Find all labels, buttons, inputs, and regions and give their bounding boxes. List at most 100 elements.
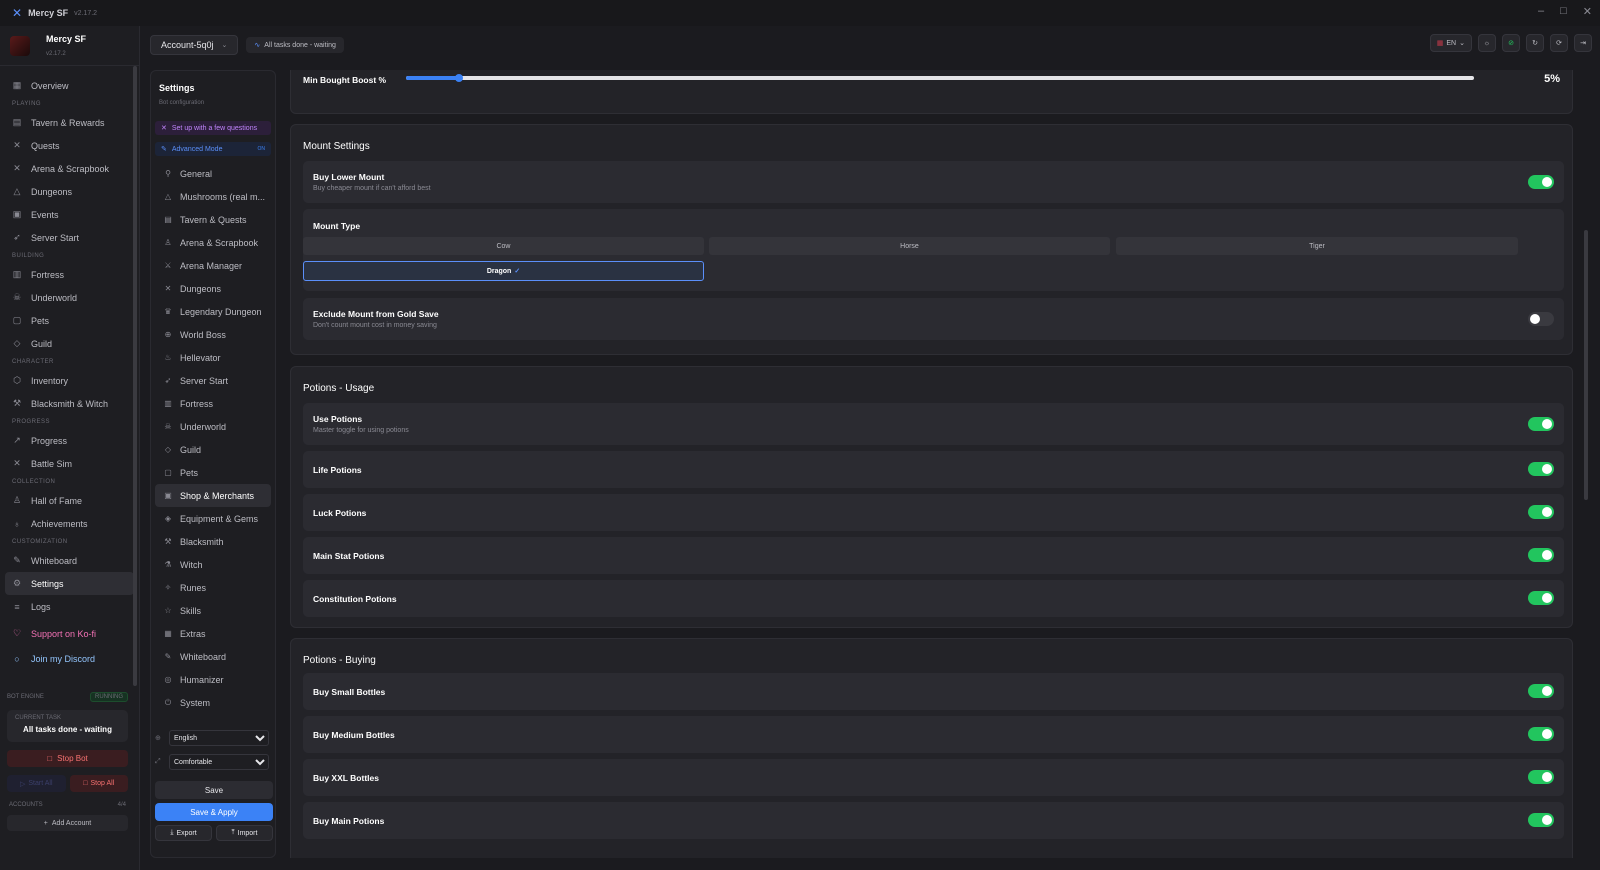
settings-item-mushrooms[interactable]: △ Mushrooms (real m... xyxy=(155,185,271,208)
sidebar-item-pets[interactable]: ▢ Pets xyxy=(5,309,134,332)
sidebar-item-kofi[interactable]: ♡ Support on Ko-fi xyxy=(5,622,134,645)
buy-lower-mount-title: Buy Lower Mount xyxy=(313,172,385,182)
buy-xxl-bottles-toggle[interactable] xyxy=(1528,770,1554,784)
density-icon: ⤢ xyxy=(155,758,161,765)
theme-toggle-button[interactable]: ☼ xyxy=(1478,34,1496,52)
mount-option-cow[interactable]: Cow xyxy=(303,237,704,255)
sidebar-item-logs[interactable]: ≡ Logs xyxy=(5,595,134,618)
sidebar-item-hall-of-fame[interactable]: ♙ Hall of Fame xyxy=(5,489,134,512)
settings-item-dungeons[interactable]: ✕ Dungeons xyxy=(155,277,271,300)
settings-item-general[interactable]: ⚲ General xyxy=(155,162,271,185)
sidebar-item-tavern[interactable]: ▤ Tavern & Rewards xyxy=(5,111,134,134)
stop-bot-button[interactable]: □ Stop Bot xyxy=(7,750,128,767)
potions-buying-title: Potions - Buying xyxy=(303,655,376,666)
potions-usage-card: Potions - Usage Use Potions Master toggl… xyxy=(290,366,1573,628)
sidebar-item-arena[interactable]: ✕ Arena & Scrapbook xyxy=(5,157,134,180)
sidebar-scrollbar[interactable] xyxy=(133,66,137,686)
settings-item-arena[interactable]: ♙ Arena & Scrapbook xyxy=(155,231,271,254)
sidebar-item-battle-sim[interactable]: ✕ Battle Sim xyxy=(5,452,134,475)
add-account-button[interactable]: + Add Account xyxy=(7,815,128,831)
settings-item-humanizer[interactable]: ◎ Humanizer xyxy=(155,668,271,691)
medal-icon: ♁ xyxy=(13,518,21,529)
settings-item-legendary-dungeon[interactable]: ♛ Legendary Dungeon xyxy=(155,300,271,323)
sidebar-item-events[interactable]: ▣ Events xyxy=(5,203,134,226)
exclude-mount-toggle[interactable] xyxy=(1528,312,1554,326)
main-stat-potions-toggle[interactable] xyxy=(1528,548,1554,562)
min-boost-slider[interactable] xyxy=(406,74,1474,82)
sidebar-item-progress[interactable]: ↗ Progress xyxy=(5,429,134,452)
settings-item-server-start[interactable]: ➶ Server Start xyxy=(155,369,271,392)
current-task-value: All tasks done - waiting xyxy=(23,725,112,734)
sidebar-item-blacksmith[interactable]: ⚒ Blacksmith & Witch xyxy=(5,392,134,415)
sidebar-item-dungeons[interactable]: △ Dungeons xyxy=(5,180,134,203)
import-button[interactable]: ⤒ Import xyxy=(216,825,273,841)
stop-icon: □ xyxy=(83,780,88,787)
sidebar-item-quests[interactable]: ✕ Quests xyxy=(5,134,134,157)
constitution-potions-toggle[interactable] xyxy=(1528,591,1554,605)
settings-item-equipment[interactable]: ◈ Equipment & Gems xyxy=(155,507,271,530)
sidebar-item-guild[interactable]: ◇ Guild xyxy=(5,332,134,355)
mount-option-tiger[interactable]: Tiger xyxy=(1116,237,1518,255)
settings-item-skills[interactable]: ☆ Skills xyxy=(155,599,271,622)
sync-button[interactable]: ⟳ xyxy=(1550,34,1568,52)
language-select[interactable]: English xyxy=(169,730,269,746)
density-select[interactable]: Comfortable xyxy=(169,754,269,770)
buy-main-potions-toggle[interactable] xyxy=(1528,813,1554,827)
settings-item-underworld[interactable]: ☠ Underworld xyxy=(155,415,271,438)
settings-item-runes[interactable]: ✧ Runes xyxy=(155,576,271,599)
chevron-down-icon: ⌄ xyxy=(1459,40,1465,47)
export-button[interactable]: ⤓ Export xyxy=(155,825,212,841)
close-icon[interactable]: ✕ xyxy=(1583,5,1592,18)
settings-item-blacksmith[interactable]: ⚒ Blacksmith xyxy=(155,530,271,553)
sidebar-item-discord[interactable]: ○ Join my Discord xyxy=(5,647,134,670)
flame-icon: ♨ xyxy=(164,353,172,362)
settings-item-hellevator[interactable]: ♨ Hellevator xyxy=(155,346,271,369)
settings-item-shop[interactable]: ▣ Shop & Merchants xyxy=(155,484,271,507)
visibility-toggle-button[interactable]: ⊘ xyxy=(1502,34,1520,52)
life-potions-toggle[interactable] xyxy=(1528,462,1554,476)
bot-engine-panel: Bot Engine RUNNING Current Task All task… xyxy=(0,690,135,831)
settings-item-witch[interactable]: ⚗ Witch xyxy=(155,553,271,576)
settings-item-world-boss[interactable]: ⊕ World Boss xyxy=(155,323,271,346)
settings-item-guild[interactable]: ◇ Guild xyxy=(155,438,271,461)
sidebar-item-overview[interactable]: ▦ Overview xyxy=(5,74,134,97)
stop-all-button[interactable]: □ Stop All xyxy=(69,775,128,792)
buy-medium-bottles-toggle[interactable] xyxy=(1528,727,1554,741)
language-button[interactable]: ▦ EN ⌄ xyxy=(1429,34,1472,52)
settings-item-arena-manager[interactable]: ⚔ Arena Manager xyxy=(155,254,271,277)
sidebar-item-fortress[interactable]: ▥ Fortress xyxy=(5,263,134,286)
sidebar-item-whiteboard[interactable]: ✎ Whiteboard xyxy=(5,549,134,572)
settings-item-pets[interactable]: ▢ Pets xyxy=(155,461,271,484)
account-selector[interactable]: Account-5q0j ⌄ xyxy=(150,35,239,55)
content-scrollbar[interactable] xyxy=(1584,230,1588,500)
mount-option-horse[interactable]: Horse xyxy=(709,237,1110,255)
accounts-header[interactable]: Accounts 4/4 xyxy=(0,802,135,808)
settings-item-system[interactable]: ⏻ System xyxy=(155,691,271,714)
settings-item-tavern[interactable]: ▤ Tavern & Quests xyxy=(155,208,271,231)
advanced-mode-toggle[interactable]: ✎ Advanced Mode ON xyxy=(155,142,271,156)
settings-item-whiteboard[interactable]: ✎ Whiteboard xyxy=(155,645,271,668)
settings-item-extras[interactable]: ▦ Extras xyxy=(155,622,271,645)
sidebar-item-achievements[interactable]: ♁ Achievements xyxy=(5,512,134,535)
buy-small-bottles-toggle[interactable] xyxy=(1528,684,1554,698)
save-apply-button[interactable]: Save & Apply xyxy=(155,803,273,821)
refresh-button[interactable]: ↻ xyxy=(1526,34,1544,52)
setup-wizard-button[interactable]: ✕ Set up with a few questions xyxy=(155,121,271,135)
use-potions-toggle[interactable] xyxy=(1528,417,1554,431)
mount-option-dragon[interactable]: Dragon ✓ xyxy=(303,261,704,281)
maximize-icon[interactable]: □ xyxy=(1560,5,1567,18)
profile[interactable]: Mercy SF v2.17.2 xyxy=(0,26,139,66)
sidebar-item-settings[interactable]: ⚙ Settings xyxy=(5,572,134,595)
save-button[interactable]: Save xyxy=(155,781,273,799)
window-version: v2.17.2 xyxy=(74,9,98,17)
logout-button[interactable]: ⇥ xyxy=(1574,34,1592,52)
luck-potions-toggle[interactable] xyxy=(1528,505,1554,519)
sidebar-item-inventory[interactable]: ⬡ Inventory xyxy=(5,369,134,392)
settings-item-fortress[interactable]: ▥ Fortress xyxy=(155,392,271,415)
paw-icon: ▢ xyxy=(164,468,172,477)
buy-lower-mount-toggle[interactable] xyxy=(1528,175,1554,189)
start-all-button[interactable]: ▷ Start All xyxy=(7,775,66,792)
minimize-icon[interactable]: – xyxy=(1538,5,1544,18)
sidebar-item-underworld[interactable]: ☠ Underworld xyxy=(5,286,134,309)
sidebar-item-server-start[interactable]: ➶ Server Start xyxy=(5,226,134,249)
